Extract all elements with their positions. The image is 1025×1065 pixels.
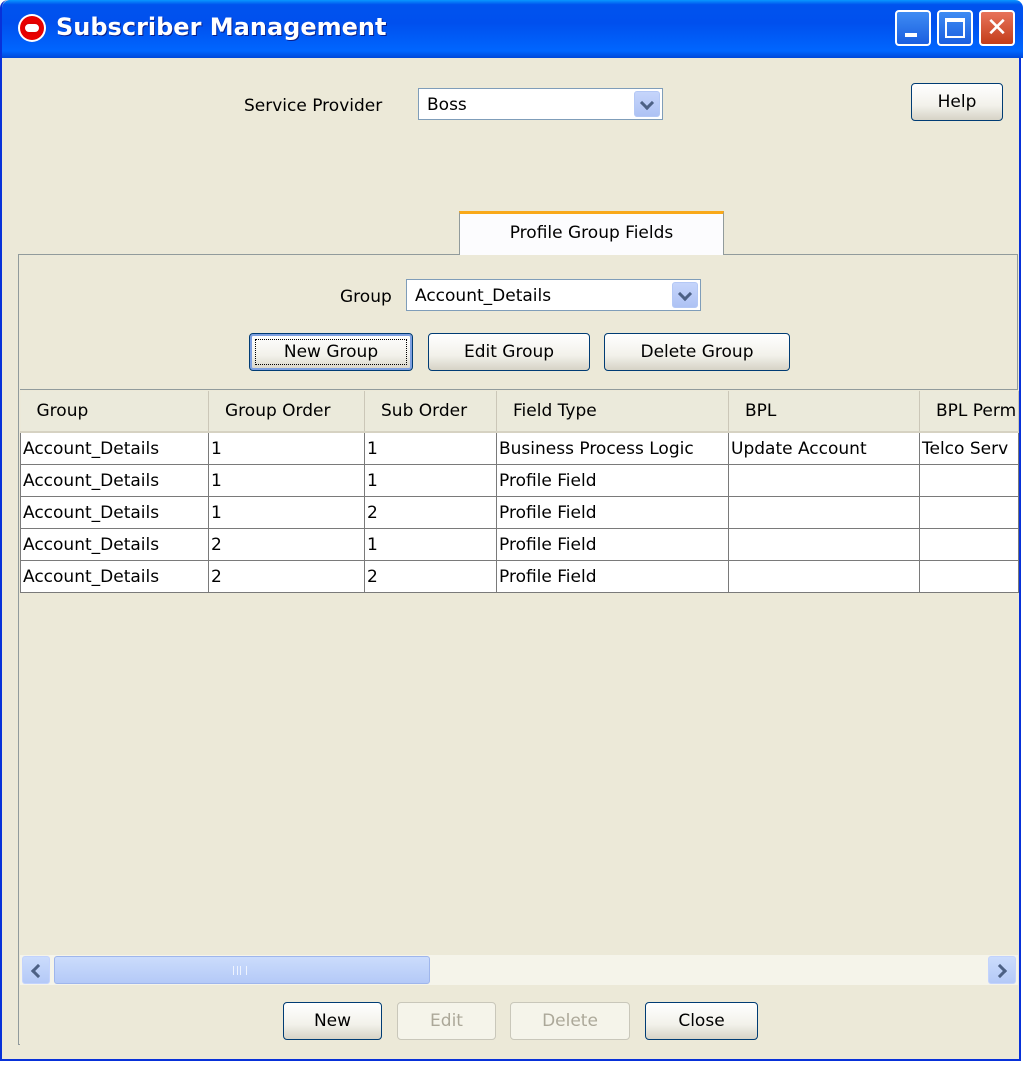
chevron-down-icon[interactable] [672, 282, 698, 308]
help-button[interactable]: Help [911, 83, 1003, 121]
maximize-icon [945, 18, 965, 38]
table-cell[interactable]: Profile Field [496, 496, 729, 529]
column-header-bpl-perm[interactable]: BPL Perm [919, 391, 1019, 433]
table-cell[interactable]: 1 [208, 464, 365, 497]
table-cell[interactable]: Account_Details [20, 431, 209, 465]
service-provider-label: Service Provider [244, 96, 383, 116]
column-header-group[interactable]: Group [20, 391, 209, 433]
table-cell[interactable]: Telco Serv [919, 431, 1019, 465]
oracle-logo-icon [18, 14, 46, 42]
table-cell[interactable]: Profile Field [496, 560, 729, 593]
table-cell[interactable]: 2 [208, 528, 365, 561]
group-select[interactable]: Account_Details [406, 279, 701, 311]
tab-profile-group-fields[interactable]: Profile Group Fields [459, 211, 724, 255]
table-cell[interactable]: 2 [364, 496, 497, 529]
column-header-group-order[interactable]: Group Order [208, 391, 365, 433]
table-cell[interactable] [728, 560, 920, 593]
table-row[interactable]: Account_Details 2 2 Profile Field [20, 560, 1019, 593]
column-header-bpl[interactable]: BPL [728, 391, 920, 433]
new-button[interactable]: New [283, 1002, 382, 1040]
table-row[interactable]: Account_Details 1 1 Business Process Log… [20, 431, 1019, 465]
table-cell[interactable]: 1 [364, 464, 497, 497]
maximize-button[interactable] [937, 10, 973, 46]
table-cell[interactable] [919, 496, 1019, 529]
table-cell[interactable]: Business Process Logic [496, 431, 729, 465]
horizontal-scrollbar[interactable] [20, 955, 1018, 985]
table-cell[interactable]: Profile Field [496, 528, 729, 561]
table-cell[interactable]: Account_Details [20, 496, 209, 529]
new-group-button[interactable]: New Group [249, 333, 413, 371]
edit-button-label: Edit [430, 1011, 463, 1031]
column-header-field-type[interactable]: Field Type [496, 391, 729, 433]
table-cell[interactable]: Update Account [728, 431, 920, 465]
delete-group-label: Delete Group [640, 342, 754, 362]
delete-button-label: Delete [542, 1011, 598, 1031]
close-button[interactable]: Close [645, 1002, 758, 1040]
table-cell[interactable]: 1 [208, 496, 365, 529]
column-header-sub-order[interactable]: Sub Order [364, 391, 497, 433]
group-value: Account_Details [415, 286, 552, 306]
minimize-button[interactable] [895, 10, 931, 46]
new-button-label: New [313, 1011, 352, 1031]
table-cell[interactable]: Account_Details [20, 528, 209, 561]
grip-icon [233, 966, 247, 975]
table-cell[interactable]: 1 [364, 528, 497, 561]
table-cell[interactable]: Account_Details [20, 464, 209, 497]
table-cell[interactable] [919, 528, 1019, 561]
table-cell[interactable]: 1 [364, 431, 497, 465]
tab-label: Profile Group Fields [509, 223, 674, 243]
table-cell[interactable] [919, 560, 1019, 593]
chevron-down-icon[interactable] [634, 91, 660, 117]
title-bar[interactable]: Subscriber Management ✕ [2, 0, 1023, 58]
table-cell[interactable] [728, 464, 920, 497]
window-title: Subscriber Management [56, 13, 387, 41]
delete-button[interactable]: Delete [510, 1002, 630, 1040]
table-cell[interactable]: 1 [208, 431, 365, 465]
close-icon: ✕ [986, 13, 1008, 43]
table-cell[interactable] [728, 528, 920, 561]
table-row[interactable]: Account_Details 1 1 Profile Field [20, 464, 1019, 497]
profile-group-fields-table: Group Group Order Sub Order Field Type B… [20, 391, 1019, 593]
edit-group-label: Edit Group [463, 342, 555, 362]
table-row[interactable]: Account_Details 2 1 Profile Field [20, 528, 1019, 561]
service-provider-select[interactable]: Boss [418, 88, 663, 120]
close-button-label: Close [678, 1011, 725, 1031]
table-cell[interactable]: 2 [208, 560, 365, 593]
table-header-row: Group Group Order Sub Order Field Type B… [20, 391, 1019, 433]
close-window-button[interactable]: ✕ [979, 10, 1015, 46]
table-cell[interactable]: Profile Field [496, 464, 729, 497]
table-cell[interactable]: Account_Details [20, 560, 209, 593]
edit-button[interactable]: Edit [397, 1002, 496, 1040]
scroll-left-icon[interactable] [22, 956, 50, 984]
service-provider-value: Boss [427, 95, 467, 115]
edit-group-button[interactable]: Edit Group [428, 333, 590, 371]
minimize-icon [905, 33, 917, 37]
table-cell[interactable]: 2 [364, 560, 497, 593]
scroll-right-icon[interactable] [988, 956, 1016, 984]
table-row[interactable]: Account_Details 1 2 Profile Field [20, 496, 1019, 529]
group-label: Group [340, 287, 392, 307]
delete-group-button[interactable]: Delete Group [604, 333, 790, 371]
help-button-label: Help [937, 92, 977, 112]
table-cell[interactable] [919, 464, 1019, 497]
scrollbar-thumb[interactable] [54, 956, 430, 984]
table-cell[interactable] [728, 496, 920, 529]
